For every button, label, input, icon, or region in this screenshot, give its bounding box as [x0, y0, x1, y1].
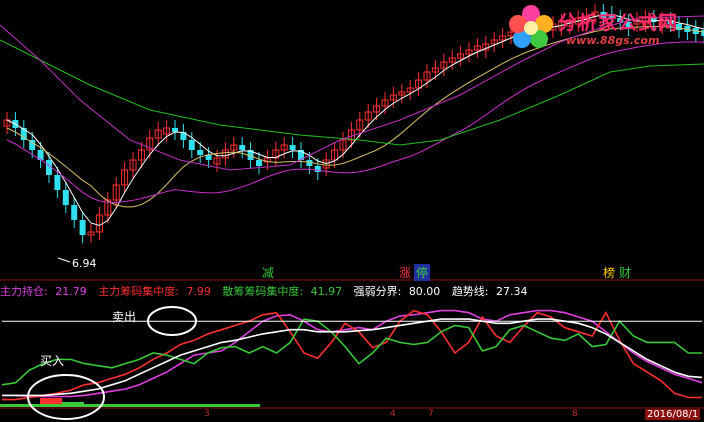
- sell-annotation: 卖出: [112, 310, 137, 324]
- buy-annotation: 买入: [40, 354, 65, 368]
- watermark-url: www.88gs.com: [566, 34, 660, 47]
- legend-trend-line: 趋势线: 27.34: [451, 285, 528, 298]
- candle-body: [314, 166, 321, 172]
- watermark-title: 分析家公式网: [558, 12, 679, 34]
- volume-baseline: [0, 404, 260, 407]
- x-tick: 3: [204, 409, 210, 419]
- candle-body: [79, 220, 86, 235]
- legend-main-holding: 主力持仓: 21.79: [0, 285, 87, 298]
- candle-body: [239, 145, 246, 150]
- signal-tag-bang: 榜: [603, 266, 616, 280]
- candle-body: [62, 190, 69, 205]
- candle-body: [172, 128, 178, 132]
- candle-body: [54, 175, 61, 190]
- signal-tag-ting: 停: [414, 264, 431, 281]
- candle-body: [205, 155, 212, 160]
- ma-long-line: [6, 41, 704, 204]
- signal-tag-cai: 财: [619, 266, 632, 280]
- series-trend-line: [2, 318, 703, 397]
- legend-main-concentration: 主力筹码集中度: 7.99: [98, 285, 211, 298]
- chart-screen: { "watermark": {"title": "分析家公式网", "url"…: [0, 0, 704, 422]
- legend-strength-boundary: 强弱分界: 80.00: [353, 285, 441, 298]
- candle-body: [197, 150, 204, 155]
- candle-body: [188, 140, 195, 150]
- x-tick: 8: [572, 409, 578, 419]
- flower-logo-icon: [509, 5, 553, 48]
- date-label: 2016/08/1: [645, 409, 701, 420]
- candle-body: [289, 145, 296, 150]
- chart-canvas: [0, 4, 704, 420]
- legend-retail-concentration: 散筹筹码集中度: 41.97: [222, 285, 343, 298]
- x-tick: 4: [390, 409, 396, 419]
- candle-body: [71, 205, 78, 220]
- ma-trend-line: [0, 39, 704, 146]
- low-price-pointer: [57, 257, 71, 263]
- x-tick: 7: [428, 409, 434, 419]
- watermark-logo: 分析家公式网 www.88gs.com: [506, 2, 702, 54]
- low-price-label: 6.94: [72, 257, 97, 270]
- signal-tag-zhang: 涨: [399, 266, 412, 280]
- candle-body: [256, 160, 262, 166]
- signal-tag-jian: 减: [262, 266, 275, 280]
- indicator-legend: 主力持仓: 21.79 主力筹码集中度: 7.99 散筹筹码集中度: 41.97…: [0, 283, 536, 299]
- series-main-holding: [2, 309, 703, 398]
